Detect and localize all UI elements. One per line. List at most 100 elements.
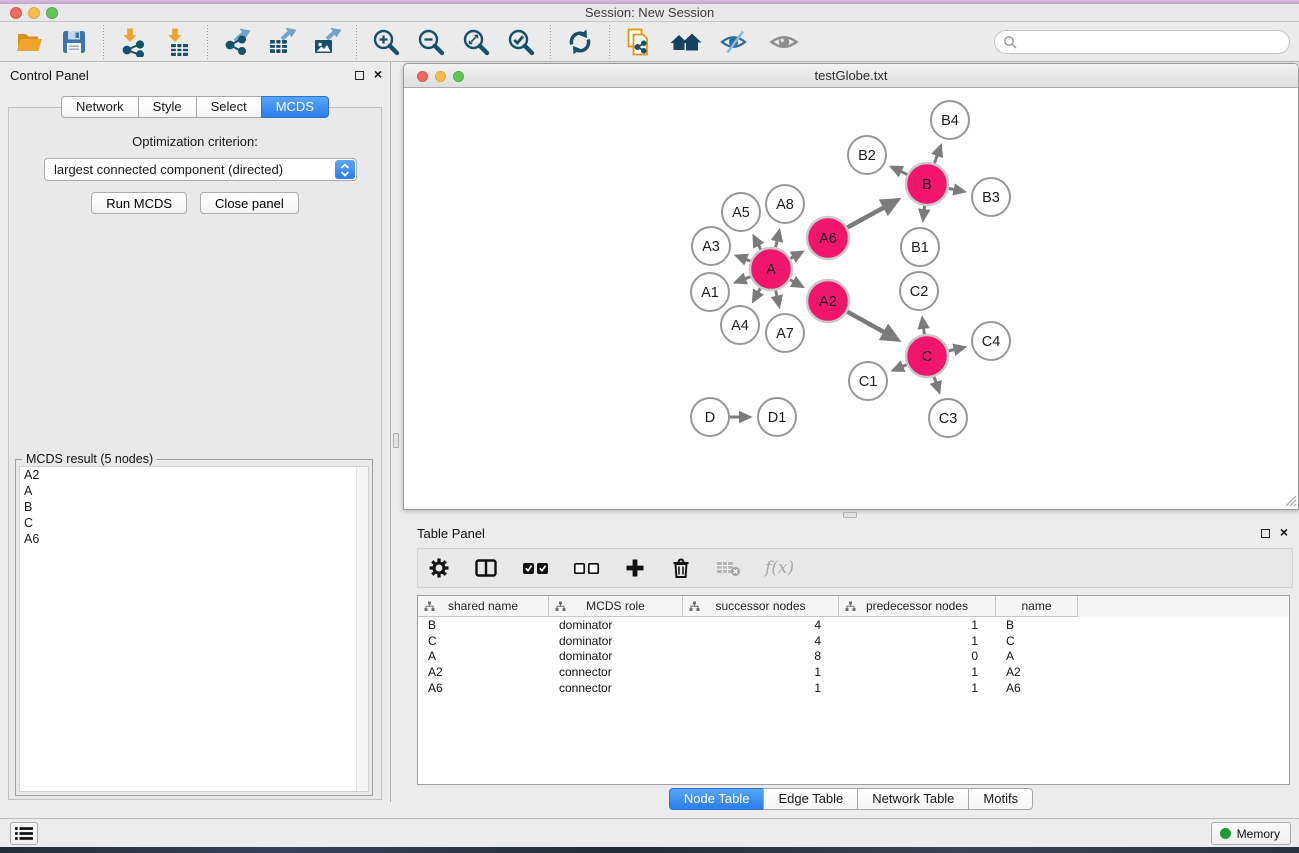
graph-edge-C-C1[interactable] (893, 365, 907, 371)
tab-node-table[interactable]: Node Table (669, 788, 765, 810)
zoom-out-icon[interactable] (416, 27, 446, 57)
export-network-icon[interactable] (222, 27, 252, 57)
graph-edge-A-A5[interactable] (754, 236, 761, 249)
zoom-selected-icon[interactable] (506, 27, 536, 57)
vertical-splitter-handle[interactable] (393, 433, 399, 448)
graph-edge-A-A6[interactable] (790, 252, 802, 258)
table-cell[interactable]: C (996, 634, 1078, 648)
zoom-in-icon[interactable] (371, 27, 401, 57)
close-panel-button[interactable]: Close panel (200, 192, 299, 214)
graph-edge-A-A3[interactable] (737, 256, 751, 261)
column-layout-icon[interactable] (474, 557, 498, 579)
graph-edge-B-B2[interactable] (892, 167, 908, 175)
graph-edge-A-A2[interactable] (790, 280, 802, 287)
criterion-dropdown[interactable]: largest connected component (directed) (44, 158, 357, 181)
unselect-all-columns-icon[interactable] (573, 561, 600, 576)
network-minimize-button[interactable] (435, 71, 446, 82)
result-list-scrollbar[interactable] (356, 467, 368, 791)
import-network-icon[interactable] (118, 27, 148, 57)
table-cell[interactable]: 1 (839, 618, 996, 632)
close-panel-icon[interactable]: × (374, 69, 382, 80)
graph-edge-C-C3[interactable] (934, 377, 939, 392)
save-session-icon[interactable] (59, 27, 89, 57)
create-column-plus-icon[interactable] (624, 557, 646, 579)
graph-edge-B-B1[interactable] (923, 206, 925, 220)
table-cell[interactable]: 1 (839, 665, 996, 679)
mcds-result-item[interactable]: A2 (20, 467, 368, 483)
tab-edge-table[interactable]: Edge Table (763, 788, 858, 810)
close-panel-icon[interactable]: × (1280, 527, 1288, 538)
table-cell[interactable]: C (418, 634, 549, 648)
clone-network-icon[interactable] (624, 27, 654, 57)
graph-edge-A-A4[interactable] (753, 288, 760, 301)
graph-edge-A2-C[interactable] (847, 312, 897, 340)
table-cell[interactable]: A6 (996, 681, 1078, 695)
zoom-fit-icon[interactable] (461, 27, 491, 57)
graph-edge-A6-B[interactable] (847, 200, 897, 227)
node-table[interactable]: shared nameMCDS rolesuccessor nodesprede… (417, 595, 1290, 785)
table-cell[interactable]: 8 (683, 649, 839, 663)
table-cell[interactable]: 0 (839, 649, 996, 663)
table-cell[interactable]: B (996, 618, 1078, 632)
network-canvas[interactable]: B4B2BB3A8A5A6A3B1AC2A1A2A4A7C4CC1C3DD1 (404, 88, 1298, 508)
column-header-predecessor-nodes[interactable]: predecessor nodes (839, 596, 996, 617)
table-cell[interactable]: B (418, 618, 549, 632)
table-cell[interactable]: 1 (683, 681, 839, 695)
graph-edge-A-A7[interactable] (776, 290, 779, 306)
table-row[interactable]: A6connector11A6 (418, 680, 1289, 696)
column-header-shared-name[interactable]: shared name (418, 596, 549, 617)
table-cell[interactable]: dominator (549, 618, 683, 632)
tab-mcds[interactable]: MCDS (261, 96, 329, 118)
float-panel-icon[interactable] (355, 71, 364, 80)
memory-button[interactable]: Memory (1211, 822, 1291, 845)
tab-network[interactable]: Network (61, 96, 139, 118)
network-close-button[interactable] (417, 71, 428, 82)
search-input[interactable] (994, 30, 1290, 54)
table-cell[interactable]: 4 (683, 634, 839, 648)
hide-selected-icon[interactable] (718, 27, 752, 57)
table-row[interactable]: Bdominator41B (418, 617, 1289, 633)
tab-network-table[interactable]: Network Table (857, 788, 969, 810)
run-mcds-button[interactable]: Run MCDS (91, 192, 187, 214)
table-cell[interactable]: connector (549, 681, 683, 695)
tab-select[interactable]: Select (196, 96, 262, 118)
table-row[interactable]: A2connector11A2 (418, 664, 1289, 680)
horizontal-splitter-handle[interactable] (843, 512, 857, 518)
table-cell[interactable]: A2 (996, 665, 1078, 679)
home-layout-icon[interactable] (669, 27, 703, 57)
network-zoom-button[interactable] (453, 71, 464, 82)
table-cell[interactable]: A2 (418, 665, 549, 679)
graph-edge-B-B3[interactable] (949, 188, 965, 191)
show-all-icon[interactable] (767, 27, 801, 57)
column-header-name[interactable]: name (996, 596, 1078, 617)
mcds-result-item[interactable]: A (20, 483, 368, 499)
network-window-titlebar[interactable]: testGlobe.txt (404, 64, 1298, 88)
graph-edge-A-A1[interactable] (736, 277, 751, 283)
table-row[interactable]: Adominator80A (418, 649, 1289, 665)
table-cell[interactable]: 1 (839, 634, 996, 648)
table-settings-gear-icon[interactable] (428, 557, 450, 579)
table-cell[interactable]: A (996, 649, 1078, 663)
column-header-MCDS-role[interactable]: MCDS role (549, 596, 683, 617)
mcds-result-item[interactable]: C (20, 515, 368, 531)
tab-motifs[interactable]: Motifs (968, 788, 1033, 810)
task-history-button[interactable] (10, 822, 38, 845)
graph-edge-C-C2[interactable] (922, 318, 924, 334)
float-panel-icon[interactable] (1261, 529, 1270, 538)
table-cell[interactable]: A (418, 649, 549, 663)
mcds-result-item[interactable]: A6 (20, 531, 368, 547)
table-cell[interactable]: connector (549, 665, 683, 679)
export-image-icon[interactable] (312, 27, 342, 57)
table-cell[interactable]: dominator (549, 634, 683, 648)
delete-trash-icon[interactable] (670, 557, 692, 579)
tab-style[interactable]: Style (138, 96, 197, 118)
mcds-result-item[interactable]: B (20, 499, 368, 515)
table-cell[interactable]: A6 (418, 681, 549, 695)
open-session-icon[interactable] (14, 27, 44, 57)
table-cell[interactable]: 1 (839, 681, 996, 695)
graph-edge-B-B4[interactable] (934, 146, 940, 164)
table-cell[interactable]: dominator (549, 649, 683, 663)
graph-edge-A-A8[interactable] (776, 231, 780, 248)
refresh-icon[interactable] (565, 27, 595, 57)
column-header-successor-nodes[interactable]: successor nodes (683, 596, 839, 617)
